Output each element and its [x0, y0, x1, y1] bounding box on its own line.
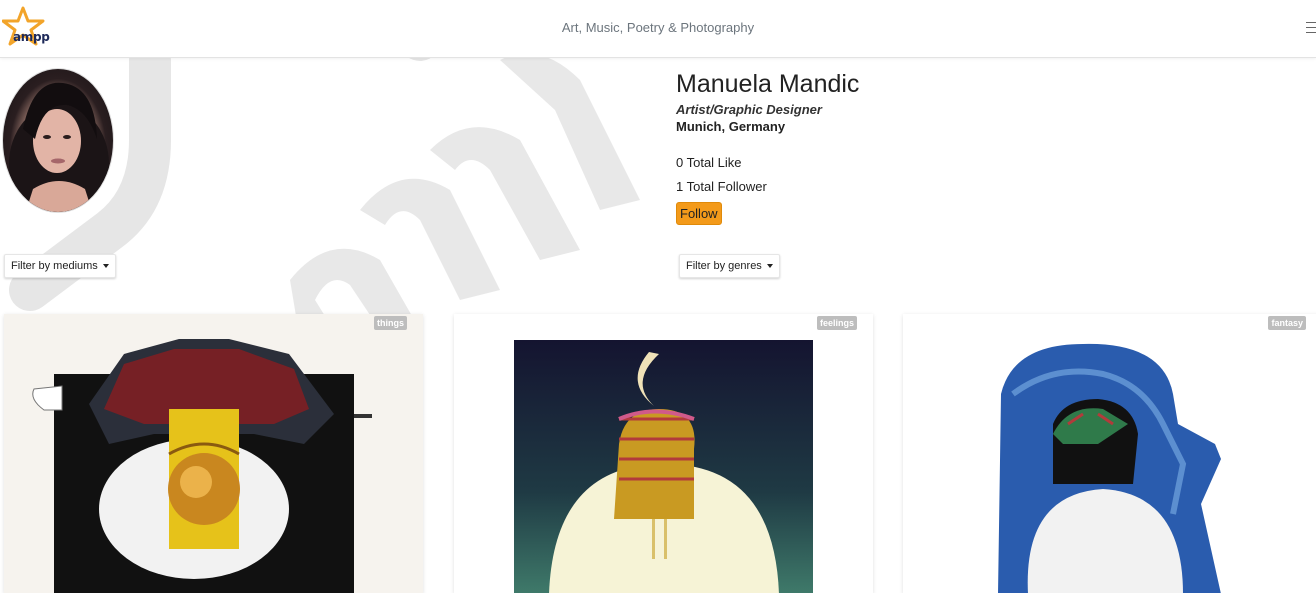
artwork-card[interactable]: things [4, 314, 423, 593]
artist-role: Artist/Graphic Designer [676, 102, 822, 117]
top-navbar: ampp Art, Music, Poetry & Photography [0, 0, 1316, 58]
filter-mediums-dropdown[interactable]: Filter by mediums [4, 254, 116, 278]
profile-avatar [2, 68, 114, 213]
filter-mediums-label: Filter by mediums [11, 260, 98, 272]
artwork-image [454, 314, 873, 593]
site-tagline: Art, Music, Poetry & Photography [561, 20, 755, 35]
artist-location: Munich, Germany [676, 119, 786, 134]
total-followers: 1 Total Follower [676, 179, 767, 194]
genre-badge: fantasy [1268, 316, 1306, 330]
follow-button[interactable]: Follow [676, 202, 722, 225]
total-likes: 0 Total Like [676, 155, 742, 170]
filter-genres-dropdown[interactable]: Filter by genres [679, 254, 780, 278]
caret-down-icon [766, 264, 773, 268]
profile-info: Manuela Mandic Artist/Graphic Designer M… [676, 70, 859, 225]
artwork-image [4, 314, 423, 593]
caret-down-icon [102, 264, 109, 268]
genre-badge: things [374, 316, 407, 330]
artwork-card[interactable]: fantasy [903, 314, 1316, 593]
artwork-image [903, 314, 1316, 593]
artwork-card[interactable]: feelings [454, 314, 873, 593]
hamburger-menu-icon[interactable] [1306, 22, 1316, 34]
filter-genres-label: Filter by genres [686, 260, 762, 272]
genre-badge: feelings [816, 316, 857, 330]
artist-name: Manuela Mandic [676, 70, 860, 98]
